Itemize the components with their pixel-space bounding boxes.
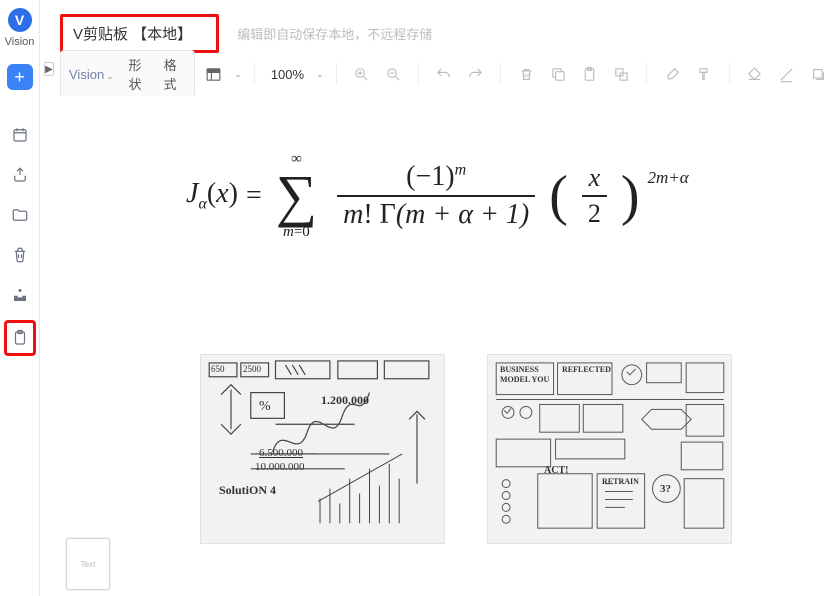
copy-icon[interactable] xyxy=(545,60,571,88)
library-icon[interactable] xyxy=(7,282,33,308)
toolbar-group-main: Vision⌄ 形状 格式 xyxy=(60,50,195,98)
brush-icon[interactable] xyxy=(659,60,685,88)
format-painter-icon[interactable] xyxy=(691,60,717,88)
topbar: ▶ V剪贴板 【本地】 编辑即自动保存本地，不远程存储 Vision⌄ 形状 格… xyxy=(40,0,839,96)
fill-icon[interactable] xyxy=(742,60,768,88)
app-logo[interactable]: V xyxy=(8,8,32,32)
canvas-content[interactable]: Jα(x) = ∞ ∑ m=0 (−1)m m! Γ(m + α + 1) ( … xyxy=(120,96,839,596)
sidebar-collapse-handle[interactable]: ▶ xyxy=(44,62,54,76)
zoom-display[interactable]: 100% xyxy=(267,67,308,82)
save-hint: 编辑即自动保存本地，不远程存储 xyxy=(237,24,432,43)
layout-icon[interactable] xyxy=(201,60,227,88)
shape-menu[interactable]: 形状 xyxy=(129,55,151,93)
canvas-area: Text Jα(x) = ∞ ∑ m=0 (−1)m m! Γ(m + α + … xyxy=(60,96,839,596)
calendar-icon[interactable] xyxy=(7,122,33,148)
toolbar: Vision⌄ 形状 格式 ⌄ 100% ⌄ xyxy=(60,56,831,92)
delete-icon[interactable] xyxy=(513,60,539,88)
folder-icon[interactable] xyxy=(7,202,33,228)
trash-icon[interactable] xyxy=(7,242,33,268)
sketch-image-left[interactable]: 650 2500 % 1.200.000 6.500.000 10.000.00… xyxy=(200,354,445,544)
format-menu[interactable]: 格式 xyxy=(164,55,186,93)
share-icon[interactable] xyxy=(7,162,33,188)
shadow-icon[interactable] xyxy=(805,60,831,88)
page-thumbnail[interactable]: Text xyxy=(66,538,110,590)
app-logo-label: Vision xyxy=(5,36,35,48)
layout-caret-icon[interactable]: ⌄ xyxy=(234,69,242,80)
clipboard-icon[interactable] xyxy=(4,320,36,356)
zoom-caret-icon[interactable]: ⌄ xyxy=(316,69,324,80)
line-icon[interactable] xyxy=(773,60,799,88)
math-formula[interactable]: Jα(x) = ∞ ∑ m=0 (−1)m m! Γ(m + α + 1) ( … xyxy=(186,152,689,240)
vision-menu[interactable]: Vision⌄ xyxy=(69,67,114,82)
left-rail: V Vision + xyxy=(0,0,40,596)
zoom-out-icon[interactable] xyxy=(380,60,406,88)
document-title[interactable]: V剪贴板 【本地】 xyxy=(60,14,219,53)
add-button[interactable]: + xyxy=(7,64,33,90)
sketch-image-right[interactable]: BUSINESS MODEL YOU REFLECTED ACT! RETRAI… xyxy=(487,354,732,544)
duplicate-icon[interactable] xyxy=(609,60,635,88)
redo-icon[interactable] xyxy=(463,60,489,88)
undo-icon[interactable] xyxy=(431,60,457,88)
paste-icon[interactable] xyxy=(577,60,603,88)
zoom-in-icon[interactable] xyxy=(349,60,375,88)
